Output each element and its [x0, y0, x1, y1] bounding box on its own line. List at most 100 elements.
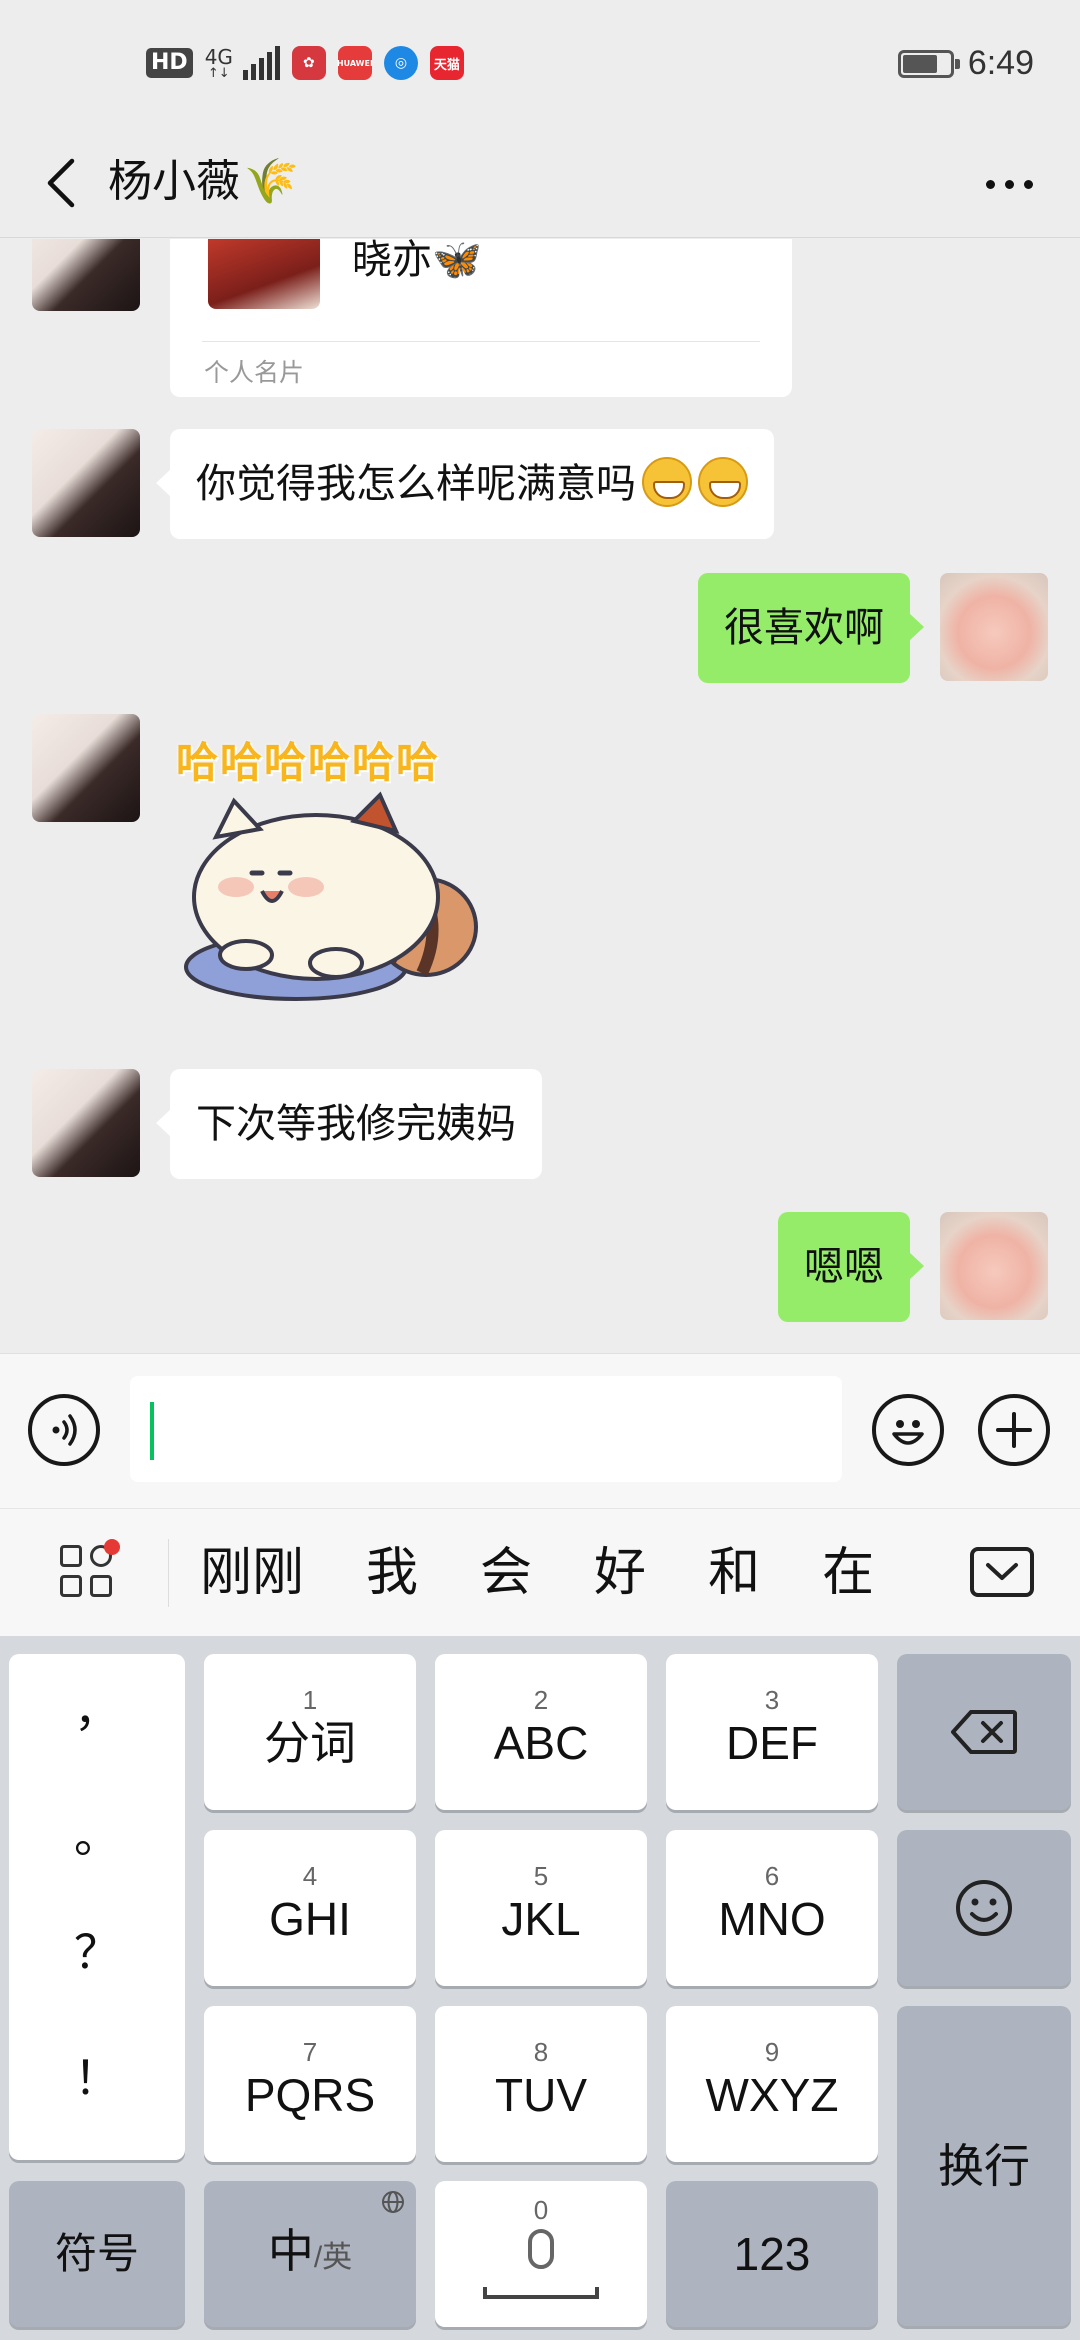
key-label: JKL	[501, 1893, 581, 1945]
key-label: ABC	[493, 1717, 589, 1769]
lotus-app-icon: ✿	[291, 46, 326, 80]
key-label: WXYZ	[705, 2069, 839, 2121]
huawei-store-icon: HUAWEI	[337, 46, 373, 80]
key-9[interactable]: 9 WXYZ	[666, 2006, 878, 2162]
contact-avatar[interactable]	[32, 714, 140, 822]
network-activity: ↑↓	[207, 65, 230, 81]
candidate-word[interactable]: 会	[480, 1509, 594, 1637]
message-bubble-outgoing[interactable]: 嗯嗯	[778, 1212, 924, 1322]
key-8[interactable]: 8 TUV	[435, 2006, 647, 2162]
chat-title: 杨小薇 🌾	[108, 150, 299, 214]
contact-avatar[interactable]	[32, 239, 140, 311]
card-name: 晓亦🦋	[352, 239, 482, 281]
card-divider	[202, 341, 760, 342]
key-label: DEF	[726, 1717, 818, 1769]
candidate-word[interactable]: 刚刚	[200, 1509, 366, 1637]
self-avatar[interactable]	[940, 573, 1048, 681]
more-dot	[1004, 179, 1014, 189]
key-number: 8	[533, 2037, 549, 2067]
candidate-word[interactable]: 在	[822, 1509, 912, 1637]
backspace-icon	[951, 1710, 1017, 1754]
chat-area[interactable]: 晓亦🦋 个人名片 你觉得我怎么样呢满意吗 很喜欢啊 哈哈哈哈哈哈 下次等我修完姨…	[0, 239, 1080, 1353]
key-label: 123	[733, 2228, 811, 2280]
key-label: TUV	[495, 2069, 587, 2121]
key-number: 7	[302, 2037, 318, 2067]
question-key[interactable]: ？	[9, 1916, 185, 1982]
key-label: GHI	[269, 1893, 351, 1945]
candidate-word[interactable]: 好	[594, 1509, 708, 1637]
key-5[interactable]: 5 JKL	[435, 1830, 647, 1986]
contact-name-emoji: 🌾	[244, 156, 299, 207]
key-number: 4	[302, 1861, 318, 1891]
more-dot	[985, 179, 995, 189]
message-bubble-incoming[interactable]: 你觉得我怎么样呢满意吗	[156, 429, 774, 539]
emoji-button[interactable]	[872, 1394, 944, 1466]
key-7[interactable]: 7 PQRS	[204, 2006, 416, 2162]
tmall-icon: 天猫	[429, 46, 464, 80]
status-right: 6:49	[897, 44, 1034, 83]
raccoon-sticker-icon	[184, 791, 478, 1001]
symbols-key[interactable]: 符号	[9, 2181, 185, 2327]
contact-card-message[interactable]: 晓亦🦋 个人名片	[170, 239, 792, 397]
key-number: 9	[764, 2037, 780, 2067]
key-label: 符号	[54, 2230, 139, 2277]
network-indicator: 4G ↑↓	[205, 47, 233, 80]
candidate-word[interactable]: 我	[366, 1509, 480, 1637]
lang-alt: /英	[313, 2240, 353, 2274]
period-key[interactable]: 。	[9, 1800, 185, 1866]
hide-keyboard-button[interactable]	[970, 1547, 1034, 1597]
chevron-left-icon	[47, 158, 75, 208]
message-input[interactable]	[130, 1376, 842, 1482]
grid-cell	[60, 1575, 82, 1597]
more-functions-button[interactable]	[978, 1394, 1050, 1466]
candidate-list: 刚刚 我 会 好 和 在	[200, 1509, 912, 1637]
key-2[interactable]: 2 ABC	[435, 1654, 647, 1810]
key-number: 6	[764, 1861, 780, 1891]
butterfly-emoji: 🦋	[432, 239, 482, 283]
key-label: 分词	[264, 1717, 356, 1769]
key-label: PQRS	[244, 2069, 376, 2121]
key-3[interactable]: 3 DEF	[666, 1654, 878, 1810]
input-bar	[0, 1353, 1080, 1508]
voice-icon	[52, 1414, 77, 1446]
status-bar: HD 4G ↑↓ ✿ HUAWEI ◎ 天猫 6:49	[0, 0, 1080, 130]
contact-avatar[interactable]	[32, 1069, 140, 1177]
exclamation-key[interactable]: ！	[9, 2042, 185, 2108]
grin-emoji-icon	[698, 457, 748, 507]
key-6[interactable]: 6 MNO	[666, 1830, 878, 1986]
grid-cell	[90, 1575, 112, 1597]
message-bubble-incoming[interactable]: 下次等我修完姨妈	[156, 1069, 542, 1179]
notification-dot	[104, 1539, 120, 1555]
more-options-button[interactable]	[974, 154, 1044, 214]
microphone-icon	[528, 2229, 554, 2269]
keyboard-menu-button[interactable]	[60, 1539, 120, 1601]
self-avatar[interactable]	[940, 1212, 1048, 1320]
language-switch-key[interactable]: 中/英	[204, 2181, 416, 2327]
sticker-message[interactable]: 哈哈哈哈哈哈	[176, 729, 496, 1009]
enter-key[interactable]: 换行	[897, 2006, 1071, 2326]
candidate-separator	[168, 1539, 169, 1607]
space-key[interactable]: 0	[435, 2181, 647, 2327]
backspace-key[interactable]	[897, 1654, 1071, 1810]
contact-avatar[interactable]	[32, 429, 140, 537]
emoji-key[interactable]	[897, 1830, 1071, 1986]
status-left: HD 4G ↑↓ ✿ HUAWEI ◎ 天猫	[146, 46, 464, 80]
voice-input-button[interactable]	[28, 1394, 100, 1466]
battery-icon	[897, 49, 960, 78]
text-caret	[150, 1402, 154, 1460]
key-number: 2	[533, 1685, 549, 1715]
hd-indicator: HD	[146, 48, 193, 78]
message-bubble-outgoing[interactable]: 很喜欢啊	[698, 573, 924, 683]
key-1[interactable]: 1 分词	[204, 1654, 416, 1810]
card-type-label: 个人名片	[204, 358, 305, 387]
key-4[interactable]: 4 GHI	[204, 1830, 416, 1986]
comma-key[interactable]: ，	[9, 1674, 185, 1740]
card-avatar	[208, 239, 320, 309]
numbers-key[interactable]: 123	[666, 2181, 878, 2327]
back-button[interactable]	[26, 148, 96, 218]
key-number: 3	[764, 1685, 780, 1715]
sticker-caption: 哈哈哈哈哈哈	[176, 738, 441, 787]
network-type: 4G	[204, 44, 233, 69]
candidate-word[interactable]: 和	[708, 1509, 822, 1637]
message-text: 下次等我修完姨妈	[196, 1101, 516, 1147]
